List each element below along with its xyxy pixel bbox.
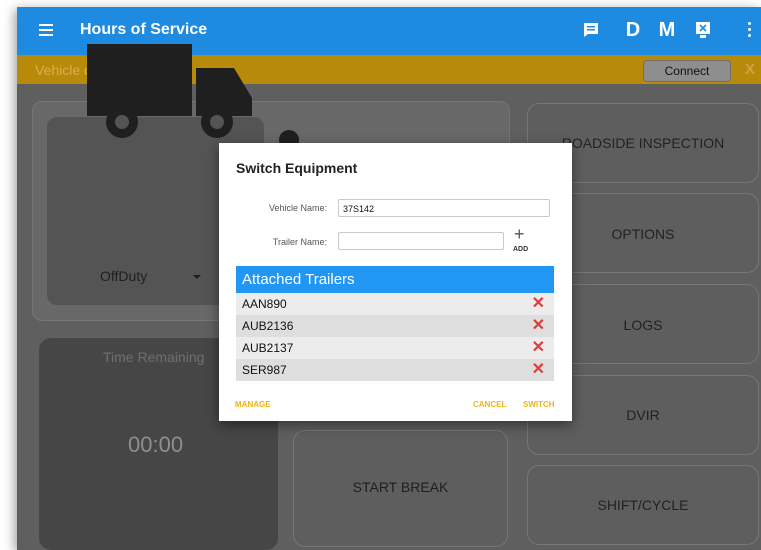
chevron-down-icon	[193, 275, 201, 279]
person-icon	[279, 130, 299, 144]
remove-trailer-icon[interactable]: ✕	[532, 359, 545, 381]
trailer-name: AUB2136	[242, 319, 294, 333]
trailer-name: AUB2137	[242, 341, 294, 355]
truck-icon	[87, 44, 252, 138]
trailer-row: AAN890 ✕	[236, 293, 554, 315]
screen-frame: Hours of Service D M Vehicle disconnecte…	[0, 0, 761, 550]
trailer-row: AUB2136 ✕	[236, 315, 554, 337]
connect-button[interactable]: Connect	[643, 60, 731, 82]
attached-trailers-header: Attached Trailers	[236, 266, 554, 293]
start-break-button[interactable]: START BREAK	[293, 430, 508, 547]
document-icon[interactable]	[695, 21, 711, 39]
add-trailer-button[interactable]: ADD	[513, 246, 528, 253]
time-remaining-label: Time Remaining	[103, 349, 205, 365]
shift-cycle-button[interactable]: SHIFT/CYCLE	[527, 465, 759, 545]
message-icon[interactable]	[583, 22, 599, 38]
switch-equipment-dialog: Switch Equipment Vehicle Name: 37S142 Tr…	[219, 143, 572, 421]
dismiss-bar-button[interactable]: X	[745, 61, 755, 78]
remove-trailer-icon[interactable]: ✕	[532, 315, 545, 337]
trailer-name: SER987	[242, 363, 287, 377]
menu-icon[interactable]	[39, 24, 53, 36]
shift-cycle-label: SHIFT/CYCLE	[597, 497, 689, 513]
switch-button[interactable]: SWITCH	[523, 400, 555, 409]
start-break-label: START BREAK	[352, 479, 449, 495]
manage-button[interactable]: MANAGE	[235, 400, 271, 409]
vehicle-name-label: Vehicle Name:	[268, 203, 327, 213]
trailer-row: SER987 ✕	[236, 359, 554, 381]
vehicle-name-input[interactable]: 37S142	[338, 199, 550, 217]
trailer-name-input[interactable]	[338, 232, 504, 250]
trailer-name-label: Trailer Name:	[272, 237, 327, 247]
app-window: Hours of Service D M Vehicle disconnecte…	[17, 7, 761, 550]
more-vert-icon[interactable]	[748, 22, 751, 40]
add-icon[interactable]: +	[514, 225, 525, 243]
duty-status-value: OffDuty	[100, 268, 148, 284]
m-button[interactable]: M	[655, 17, 679, 43]
trailer-name: AAN890	[242, 297, 287, 311]
remove-trailer-icon[interactable]: ✕	[532, 293, 545, 315]
driving-status-button[interactable]: D	[623, 17, 643, 43]
dialog-title: Switch Equipment	[236, 160, 358, 176]
time-remaining-value: 00:00	[128, 432, 184, 457]
trailer-row: AUB2137 ✕	[236, 337, 554, 359]
remove-trailer-icon[interactable]: ✕	[532, 337, 545, 359]
cancel-button[interactable]: CANCEL	[473, 400, 506, 409]
